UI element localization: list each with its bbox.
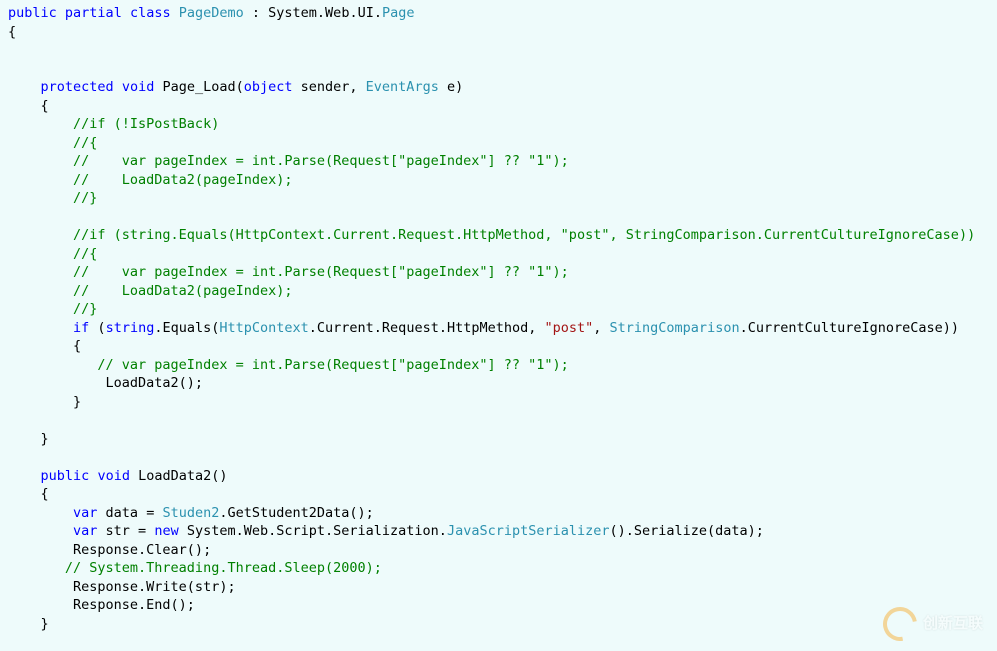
code-text: LoadData2(); bbox=[8, 375, 203, 391]
brace: { bbox=[8, 24, 16, 40]
keyword: if bbox=[73, 320, 89, 336]
comment: //} bbox=[8, 301, 97, 317]
code-text: sender, bbox=[293, 79, 366, 95]
method-name: Page_Load( bbox=[154, 79, 243, 95]
comment: //{ bbox=[8, 246, 97, 262]
type-name: StringComparison bbox=[610, 320, 740, 336]
keyword: void bbox=[97, 468, 130, 484]
comment: // LoadData2(pageIndex); bbox=[8, 172, 292, 188]
code-text: .Current.Request.HttpMethod, bbox=[309, 320, 545, 336]
type-name: HttpContext bbox=[219, 320, 308, 336]
comment: // LoadData2(pageIndex); bbox=[8, 283, 292, 299]
comment: //if (!IsPostBack) bbox=[8, 116, 219, 132]
keyword: object bbox=[244, 79, 293, 95]
string-literal: "post" bbox=[544, 320, 593, 336]
code-text: ().Serialize(data); bbox=[610, 523, 764, 539]
code-text: ( bbox=[89, 320, 105, 336]
keyword: protected bbox=[41, 79, 114, 95]
keyword: class bbox=[130, 5, 171, 21]
keyword: public bbox=[41, 468, 90, 484]
code-text: System.Web.Script.Serialization. bbox=[179, 523, 447, 539]
code-block: public partial class PageDemo : System.W… bbox=[0, 0, 997, 633]
keyword: void bbox=[122, 79, 155, 95]
code-text: Response.Write(str); bbox=[8, 579, 236, 595]
type-name: Page bbox=[382, 5, 415, 21]
brace: { bbox=[8, 338, 81, 354]
keyword: string bbox=[106, 320, 155, 336]
brace: { bbox=[8, 98, 49, 114]
brace: } bbox=[8, 394, 81, 410]
code-text: str = bbox=[97, 523, 154, 539]
comment: // System.Threading.Thread.Sleep(2000); bbox=[8, 560, 382, 576]
code-text: e) bbox=[439, 79, 463, 95]
code-text: data = bbox=[97, 505, 162, 521]
comment: // var pageIndex = int.Parse(Request["pa… bbox=[8, 357, 569, 373]
keyword: public bbox=[8, 5, 57, 21]
comment: //{ bbox=[8, 135, 97, 151]
code-text: : System.Web.UI. bbox=[244, 5, 382, 21]
keyword: var bbox=[73, 505, 97, 521]
code-text: .CurrentCultureIgnoreCase)) bbox=[740, 320, 959, 336]
comment: // var pageIndex = int.Parse(Request["pa… bbox=[8, 153, 569, 169]
keyword: new bbox=[154, 523, 178, 539]
code-text: .GetStudent2Data(); bbox=[219, 505, 373, 521]
code-text: Response.End(); bbox=[8, 597, 195, 613]
comment: // var pageIndex = int.Parse(Request["pa… bbox=[8, 264, 569, 280]
type-name: EventArgs bbox=[366, 79, 439, 95]
type-name: PageDemo bbox=[179, 5, 244, 21]
code-text: , bbox=[593, 320, 609, 336]
type-name: JavaScriptSerializer bbox=[447, 523, 610, 539]
comment: //if (string.Equals(HttpContext.Current.… bbox=[8, 227, 975, 243]
code-text: Response.Clear(); bbox=[8, 542, 211, 558]
keyword: var bbox=[73, 523, 97, 539]
brace: { bbox=[8, 486, 49, 502]
comment: //} bbox=[8, 190, 97, 206]
type-name: Studen2 bbox=[162, 505, 219, 521]
method-name: LoadData2() bbox=[130, 468, 228, 484]
code-text: .Equals( bbox=[154, 320, 219, 336]
brace: } bbox=[8, 431, 49, 447]
brace: } bbox=[8, 616, 49, 632]
keyword: partial bbox=[65, 5, 122, 21]
